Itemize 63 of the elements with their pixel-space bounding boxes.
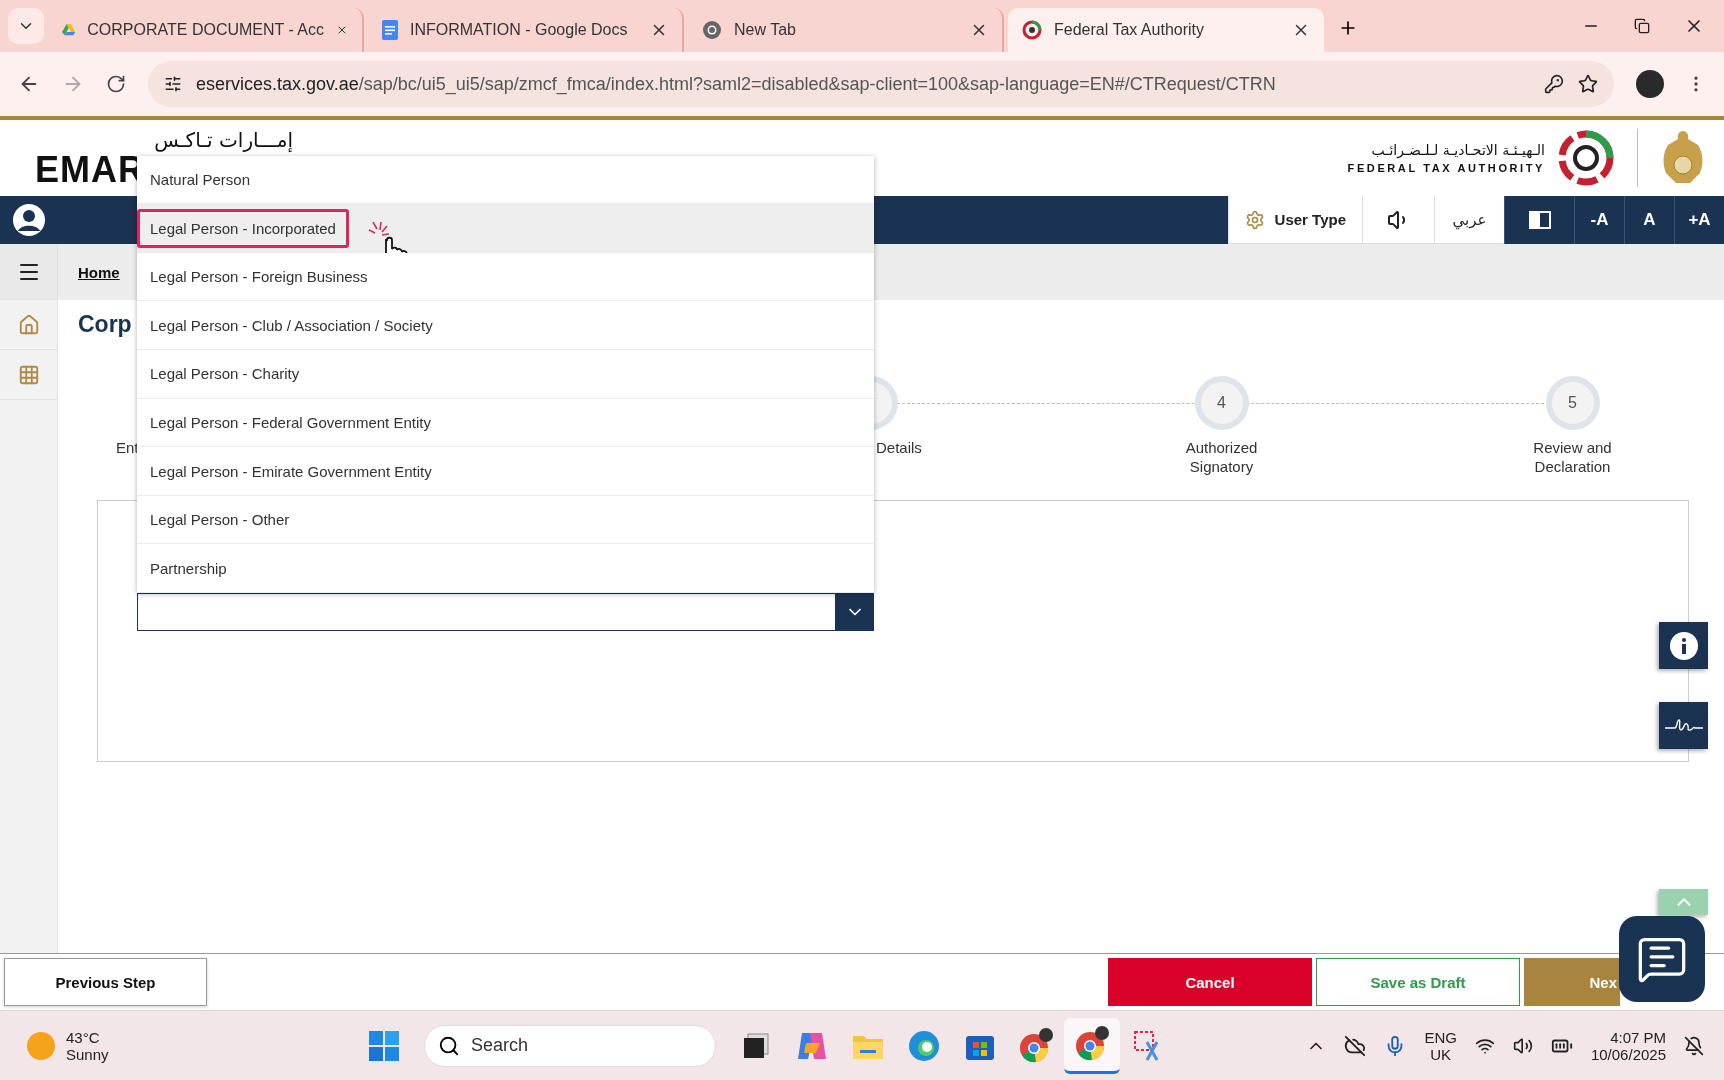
temperature: 43°C bbox=[66, 1028, 101, 1046]
reload-icon[interactable] bbox=[106, 74, 126, 94]
step-number: 5 bbox=[1568, 394, 1577, 412]
sun-icon bbox=[26, 1030, 56, 1061]
task-view-icon bbox=[742, 1031, 770, 1060]
volume-icon[interactable] bbox=[1512, 1035, 1533, 1056]
browser-icon bbox=[702, 20, 722, 40]
save-draft-button[interactable]: Save as Draft bbox=[1316, 958, 1520, 1006]
emblem-icon bbox=[1022, 20, 1042, 40]
chrome-button[interactable] bbox=[1064, 1017, 1120, 1074]
cloud-icon[interactable] bbox=[1344, 1034, 1367, 1057]
document-icon bbox=[382, 20, 398, 40]
dropdown-option[interactable]: Legal Person - Incorporated bbox=[137, 204, 874, 253]
edge-icon bbox=[908, 1029, 940, 1062]
dropdown-option[interactable]: Legal Person - Emirate Government Entity bbox=[137, 447, 874, 496]
previous-step-button[interactable]: Previous Step bbox=[4, 958, 207, 1006]
info-icon bbox=[1668, 630, 1699, 661]
info-button[interactable] bbox=[1659, 622, 1708, 669]
dropdown-option[interactable]: Partnership bbox=[137, 544, 874, 593]
gear-icon bbox=[1244, 209, 1265, 230]
authority-name: FEDERAL TAX AUTHORITY bbox=[1347, 162, 1545, 174]
dropdown-option[interactable]: Natural Person bbox=[137, 155, 874, 205]
language-indicator[interactable]: ENG UK bbox=[1424, 1028, 1457, 1063]
logo-arabic-text: إمـــارات تـاكـس bbox=[154, 128, 293, 152]
contrast-icon bbox=[1528, 211, 1551, 229]
site-settings-icon[interactable] bbox=[164, 75, 182, 93]
search-icon bbox=[438, 1034, 460, 1057]
ring-emblem-icon bbox=[1557, 129, 1615, 187]
chrome-icon bbox=[1074, 1026, 1110, 1062]
dropdown-option[interactable]: Legal Person - Foreign Business bbox=[137, 252, 874, 302]
page-title: Corp bbox=[78, 310, 132, 339]
home-icon bbox=[17, 313, 40, 336]
grid-icon bbox=[17, 363, 40, 386]
authority-name-arabic: الـهيـئـة الاتحـاديـة لـلـضـرائـب bbox=[1371, 142, 1545, 158]
menu-button[interactable] bbox=[0, 244, 57, 300]
weather-text: Sunny bbox=[66, 1045, 109, 1063]
taskbar-search-field[interactable]: Search bbox=[424, 1024, 716, 1067]
star-icon[interactable] bbox=[1578, 74, 1598, 94]
signature-button[interactable] bbox=[1659, 702, 1708, 749]
dropdown-option[interactable]: Legal Person - Charity bbox=[137, 350, 874, 399]
clock[interactable]: 4:07 PM 10/06/2025 bbox=[1590, 1028, 1666, 1063]
chat-button[interactable] bbox=[1619, 916, 1705, 1002]
dropdown-option[interactable]: Legal Person - Federal Government Entity bbox=[137, 398, 874, 448]
cancel-button[interactable]: Cancel bbox=[1108, 958, 1312, 1006]
notifications-icon[interactable] bbox=[1684, 1035, 1704, 1056]
address-field[interactable]: eservices.tax.gov.ae/sap/bc/ui5_ui5/sap/zmcf_fmca/index.html?saml2=disabled&sap-client=100&sap-language=EN#/CTRequest/CTRN bbox=[148, 61, 1614, 107]
profile-avatar[interactable] bbox=[1636, 70, 1664, 98]
dropdown-option[interactable]: Legal Person - Club / Association / Society bbox=[137, 301, 874, 351]
browser-tab[interactable]: Federal Tax Authority bbox=[1008, 8, 1324, 52]
step-label: Review and Declaration bbox=[1532, 438, 1613, 476]
dropdown-option[interactable]: Legal Person - Other bbox=[137, 495, 874, 545]
step-number: 4 bbox=[1217, 394, 1226, 412]
key-icon[interactable] bbox=[1544, 74, 1564, 94]
home-link[interactable]: Home bbox=[78, 263, 120, 281]
select-field[interactable] bbox=[137, 593, 835, 631]
copilot-icon bbox=[796, 1030, 828, 1061]
user-avatar-icon[interactable] bbox=[12, 203, 46, 237]
step-label: Authorized Signatory bbox=[1184, 438, 1259, 476]
chrome-icon bbox=[1018, 1027, 1054, 1064]
step-label: Details bbox=[876, 438, 922, 457]
restore-icon[interactable] bbox=[1634, 18, 1650, 34]
step-label: Ent bbox=[115, 438, 139, 457]
windows-icon bbox=[368, 1029, 400, 1062]
